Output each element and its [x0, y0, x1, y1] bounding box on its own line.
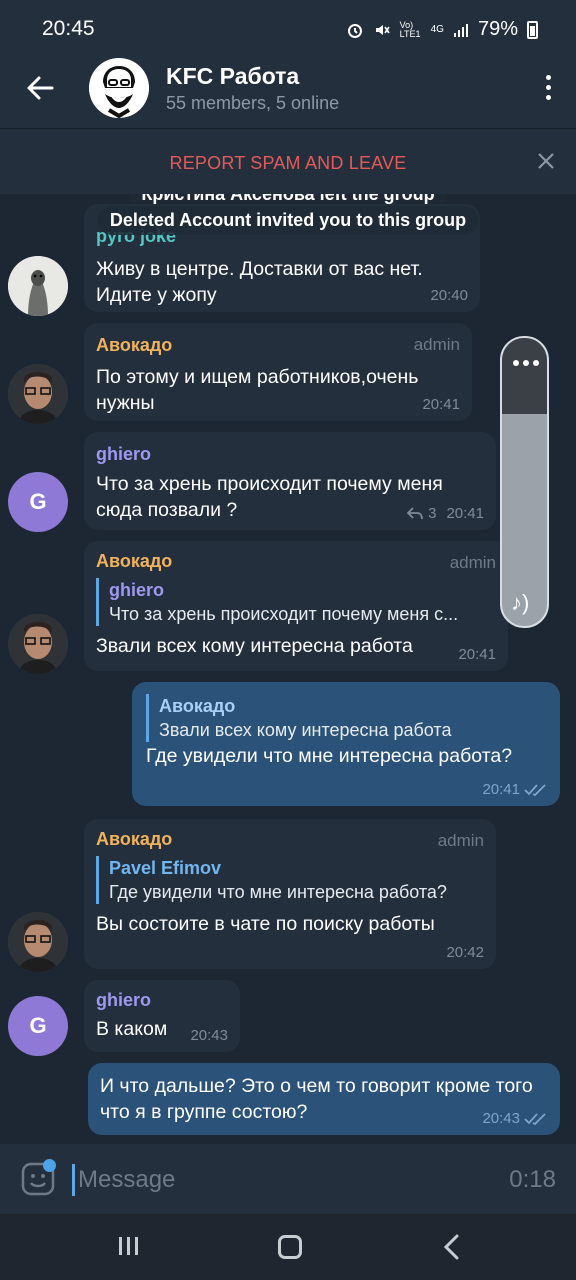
avatar[interactable]: G: [8, 996, 68, 1056]
notification-dot: [43, 1159, 56, 1172]
message-time: 20:41: [482, 781, 520, 798]
admin-badge: admin: [449, 553, 496, 572]
message-meta: 20:43: [482, 1110, 548, 1127]
message-meta: 20:42: [446, 944, 484, 961]
reply-author: Pavel Efimov: [109, 858, 222, 878]
status-icons: Vo) LTE1 4G 79%: [346, 18, 538, 41]
message-text: Вы состоите в чате по поиску работы: [96, 913, 435, 935]
avatar-letter: G: [29, 489, 47, 514]
message-input[interactable]: Message: [78, 1166, 175, 1194]
kfc-colonel-logo: [89, 58, 149, 118]
message-bubble[interactable]: Авокадо admin ghiero Что за хрень происх…: [84, 541, 508, 671]
report-spam-button[interactable]: REPORT SPAM AND LEAVE: [0, 153, 576, 174]
message-time: 20:43: [190, 1027, 228, 1044]
report-spam-bar: REPORT SPAM AND LEAVE: [0, 128, 576, 194]
message-bubble[interactable]: Авокадо admin По этому и ищем работников…: [84, 323, 472, 421]
avatar[interactable]: [8, 614, 68, 674]
message-time: 20:42: [446, 944, 484, 961]
message-text: Звали всех кому интересна работа: [96, 635, 413, 657]
reply-text: Звали всех кому интересна работа: [159, 720, 452, 740]
music-note-icon[interactable]: ♪): [511, 590, 529, 616]
system-nav-bar: [0, 1214, 576, 1280]
panel-menu-icon[interactable]: [513, 360, 539, 366]
reply-quote[interactable]: Авокадо Звали всех кому интересна работа: [146, 694, 546, 742]
reply-text: Где увидели что мне интересна работа?: [109, 882, 447, 902]
close-icon[interactable]: [536, 151, 556, 171]
signal-icon: [453, 23, 468, 37]
nav-back-icon[interactable]: [440, 1234, 464, 1260]
text-cursor: [72, 1164, 75, 1196]
avatar[interactable]: G: [8, 472, 68, 532]
double-check-icon: [524, 783, 546, 796]
net-4g-label: 4G: [430, 24, 444, 35]
reply-quote[interactable]: ghiero Что за хрень происходит почему ме…: [96, 578, 486, 626]
message-time: 20:43: [482, 1110, 520, 1127]
chat-subtitle: 55 members, 5 online: [166, 93, 340, 113]
home-icon[interactable]: [278, 1235, 302, 1259]
reply-quote[interactable]: Pavel Efimov Где увидели что мне интерес…: [96, 856, 484, 904]
admin-badge: admin: [413, 335, 460, 354]
message-list[interactable]: Кристина Аксенова left the group pyro jo…: [0, 194, 576, 1144]
chat-header: KFC Работа 55 members, 5 online: [0, 50, 576, 128]
sender-name[interactable]: Авокадо: [96, 829, 172, 850]
reply-icon[interactable]: [406, 506, 424, 521]
back-arrow-icon[interactable]: [22, 70, 58, 106]
message-time: 20:40: [430, 287, 468, 304]
message-meta: 20:41: [482, 781, 548, 798]
message-meta: 20:41: [458, 646, 496, 663]
battery-percent: 79%: [477, 18, 518, 40]
message-meta: 20:41: [422, 396, 460, 413]
message-time: 20:41: [422, 396, 460, 413]
message-meta: 3 20:41: [406, 505, 484, 522]
message-time: 20:41: [446, 505, 484, 522]
recording-timer: 0:18: [509, 1166, 556, 1193]
message-input-bar: Message 0:18: [0, 1144, 576, 1214]
message-text: Живу в центре. Доставки от вас нет. Идит…: [96, 258, 423, 306]
message-meta: 20:43: [190, 1027, 228, 1044]
alarm-icon: [347, 23, 362, 38]
network-label: Vo) LTE1: [399, 19, 421, 39]
message-bubble-outgoing[interactable]: Авокадо Звали всех кому интересна работа…: [132, 682, 560, 806]
message-bubble[interactable]: ghiero В каком 20:43: [84, 980, 240, 1052]
status-bar: 20:45 Vo) LTE1 4G 79%: [0, 0, 576, 50]
double-check-icon: [524, 1112, 546, 1125]
avatar-letter: G: [29, 1013, 47, 1038]
sender-name[interactable]: ghiero: [96, 444, 151, 465]
avatar[interactable]: [8, 256, 68, 316]
mute-icon: [375, 24, 390, 35]
message-meta: 20:40: [430, 287, 468, 304]
floating-player-panel[interactable]: ♪): [500, 336, 549, 628]
message-text: В каком: [96, 1018, 168, 1040]
message-time: 20:41: [458, 646, 496, 663]
message-text: Где увидели что мне интересна работа?: [146, 745, 513, 767]
sender-name[interactable]: ghiero: [96, 990, 151, 1011]
avatar[interactable]: [8, 364, 68, 424]
reply-author: Авокадо: [159, 696, 236, 716]
reply-text: Что за хрень происходит почему меня с...: [109, 604, 459, 624]
reply-count[interactable]: 3: [428, 505, 436, 522]
message-bubble[interactable]: ghiero Что за хрень происходит почему ме…: [84, 432, 496, 530]
recent-apps-icon[interactable]: [117, 1235, 141, 1257]
chat-title[interactable]: KFC Работа: [166, 63, 299, 90]
message-text: По этому и ищем работников,очень нужны: [96, 366, 419, 414]
avatar[interactable]: [8, 912, 68, 972]
status-time: 20:45: [42, 17, 95, 40]
more-menu-icon[interactable]: [542, 75, 554, 105]
sender-name[interactable]: Авокадо: [96, 335, 172, 356]
sender-name[interactable]: Авокадо: [96, 551, 172, 572]
service-message: Deleted Account invited you to this grou…: [97, 206, 479, 235]
reply-author: ghiero: [109, 580, 165, 600]
message-bubble[interactable]: Авокадо admin Pavel Efimov Где увидели ч…: [84, 819, 496, 969]
message-bubble-outgoing[interactable]: И что дальше? Это о чем то говорит кроме…: [88, 1063, 560, 1135]
group-avatar[interactable]: [89, 58, 149, 118]
admin-badge: admin: [437, 831, 484, 850]
battery-icon: [527, 20, 538, 39]
